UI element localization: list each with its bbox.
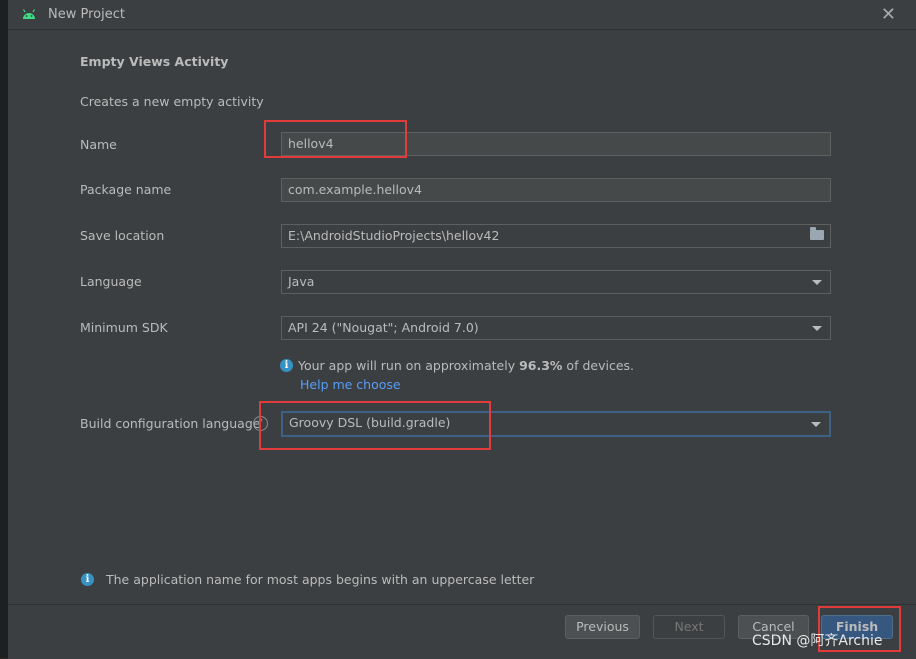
minimum-sdk-select[interactable]: API 24 ("Nougat"; Android 7.0) xyxy=(281,316,831,340)
save-location-label: Save location xyxy=(80,228,165,243)
next-button[interactable]: Next xyxy=(653,615,725,639)
build-config-label: Build configuration language xyxy=(80,416,261,431)
minimum-sdk-label: Minimum SDK xyxy=(80,320,168,335)
page-title: Empty Views Activity xyxy=(80,54,229,69)
device-coverage-text: Your app will run on approximately 96.3%… xyxy=(298,358,634,373)
language-select[interactable]: Java xyxy=(281,270,831,294)
watermark: CSDN @阿齐Archie xyxy=(752,633,883,649)
language-value: Java xyxy=(288,274,315,289)
help-icon[interactable]: ? xyxy=(253,416,268,431)
chevron-down-icon xyxy=(812,280,822,285)
close-icon[interactable]: ✕ xyxy=(881,4,896,25)
language-label: Language xyxy=(80,274,142,289)
save-location-value: E:\AndroidStudioProjects\hellov42 xyxy=(288,228,500,243)
info-icon: i xyxy=(280,359,293,372)
coverage-suffix: of devices. xyxy=(562,358,634,373)
new-project-dialog: New Project ✕ Empty Views Activity Creat… xyxy=(8,0,916,659)
previous-button[interactable]: Previous xyxy=(565,615,640,639)
bottom-hint: The application name for most apps begin… xyxy=(106,572,535,587)
ide-left-strip xyxy=(0,0,8,658)
package-name-label: Package name xyxy=(80,182,172,197)
info-icon: i xyxy=(81,573,94,586)
name-field[interactable]: hellov4 xyxy=(281,132,831,156)
chevron-down-icon xyxy=(812,326,822,331)
name-label: Name xyxy=(80,137,117,152)
help-me-choose-link[interactable]: Help me choose xyxy=(300,377,401,392)
dialog-titlebar: New Project ✕ xyxy=(8,0,916,30)
page-subtitle: Creates a new empty activity xyxy=(80,94,264,109)
coverage-prefix: Your app will run on approximately xyxy=(298,358,520,373)
dialog-title: New Project xyxy=(48,7,125,22)
minimum-sdk-value: API 24 ("Nougat"; Android 7.0) xyxy=(288,320,479,335)
build-config-value: Groovy DSL (build.gradle) xyxy=(289,415,451,430)
android-icon xyxy=(22,9,36,19)
chevron-down-icon xyxy=(811,422,821,427)
coverage-percent: 96.3% xyxy=(519,358,563,373)
build-config-select[interactable]: Groovy DSL (build.gradle) xyxy=(281,411,831,437)
folder-icon[interactable] xyxy=(810,227,824,240)
save-location-field[interactable]: E:\AndroidStudioProjects\hellov42 xyxy=(281,224,831,248)
package-name-field[interactable]: com.example.hellov4 xyxy=(281,178,831,202)
